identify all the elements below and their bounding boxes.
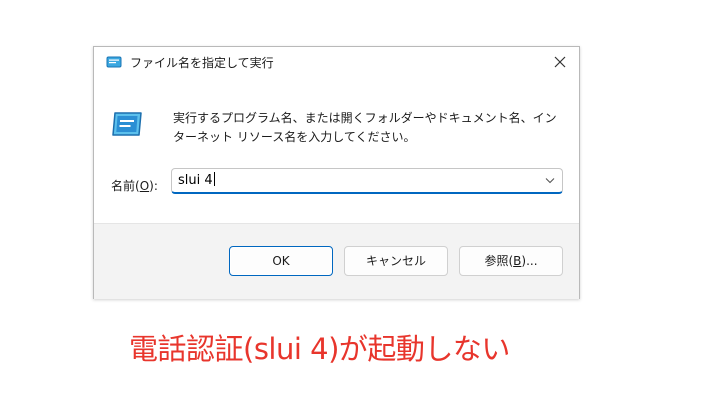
open-label-prefix: 名前( [111, 179, 140, 193]
cancel-button[interactable]: キャンセル [344, 246, 448, 276]
open-label-key: O [139, 179, 150, 193]
button-bar: OK キャンセル 参照(B)... [94, 223, 579, 299]
dialog-description: 実行するプログラム名、または開くフォルダーやドキュメント名、インターネット リソ… [173, 111, 557, 144]
browse-label-suffix: )... [521, 254, 538, 268]
browse-label-prefix: 参照( [484, 254, 514, 268]
run-dialog: ファイル名を指定して実行 実行するプログラム名、または開くフォルダーやドキュメン… [93, 46, 580, 299]
close-button[interactable] [549, 52, 571, 72]
chevron-down-icon[interactable] [545, 177, 555, 184]
close-icon [554, 56, 566, 68]
command-value: slui 4 [178, 173, 213, 188]
ok-button[interactable]: OK [229, 246, 333, 276]
dialog-title: ファイル名を指定して実行 [130, 56, 274, 70]
run-icon [112, 112, 142, 136]
text-caret [213, 172, 215, 186]
command-combobox[interactable]: slui 4 [171, 168, 563, 194]
browse-button[interactable]: 参照(B)... [459, 246, 563, 276]
caption-text: 電話認証(slui 4)が起動しない [129, 332, 510, 366]
title-bar[interactable]: ファイル名を指定して実行 [94, 47, 579, 77]
open-label: 名前(O): [111, 177, 158, 194]
run-icon [106, 56, 122, 68]
command-input[interactable]: slui 4 [178, 172, 215, 188]
open-label-suffix: ): [149, 179, 158, 193]
